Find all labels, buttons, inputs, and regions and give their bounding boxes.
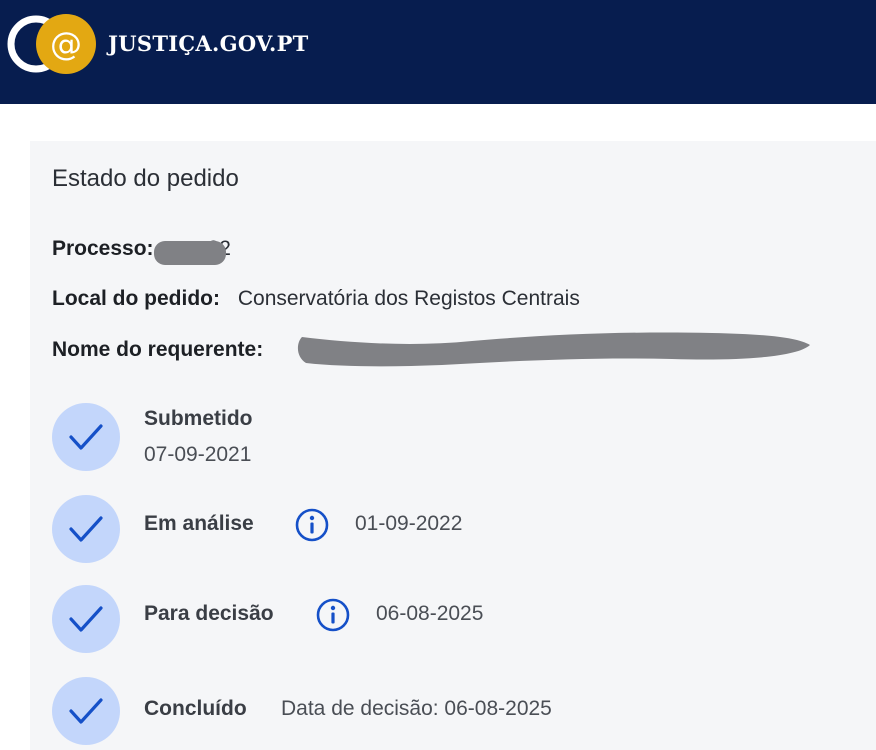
step-label: Submetido [144,407,253,430]
svg-text:@: @ [50,25,82,63]
step-status-circle [52,585,120,653]
location-label: Local do pedido: [52,287,220,310]
step-status-circle [52,495,120,563]
process-field: Processo: 22 [52,237,231,261]
site-header: @ JUSTIÇA.GOV.PT [0,0,876,104]
info-icon[interactable] [316,598,350,632]
panel-title: Estado do pedido [52,165,239,192]
step-date: Data de decisão: 06-08-2025 [281,697,552,720]
step-label: Concluído [144,697,247,720]
step-status-circle [52,677,120,745]
step-status-circle [52,403,120,471]
step-in-analysis: Em análise 01-09-2022 [52,495,852,563]
info-icon[interactable] [295,508,329,542]
site-name[interactable]: JUSTIÇA.GOV.PT [108,31,309,56]
check-icon [69,424,103,450]
step-date: 06-08-2025 [376,602,484,625]
process-label: Processo: [52,237,154,260]
check-icon [69,606,103,632]
justica-logo-icon[interactable]: @ [6,12,98,76]
check-icon [69,698,103,724]
requester-field: Nome do requerente: [52,338,263,362]
location-field: Local do pedido: Conservatória dos Regis… [52,287,580,311]
step-label: Para decisão [144,602,274,625]
step-for-decision: Para decisão 06-08-2025 [52,585,852,653]
step-submitted: Submetido 07-09-2021 [52,403,852,471]
redaction-scribble [297,332,810,367]
request-status-panel: Estado do pedido Processo: 22 Local do pe… [30,141,876,750]
requester-label: Nome do requerente: [52,338,264,361]
location-value: Conservatória dos Registos Centrais [237,287,580,310]
step-label: Em análise [144,512,254,535]
step-concluded: Concluído Data de decisão: 06-08-2025 [52,677,852,745]
process-value: 22 [207,237,231,260]
step-date: 07-09-2021 [144,443,252,466]
check-icon [69,516,103,542]
step-date: 01-09-2022 [355,512,463,535]
